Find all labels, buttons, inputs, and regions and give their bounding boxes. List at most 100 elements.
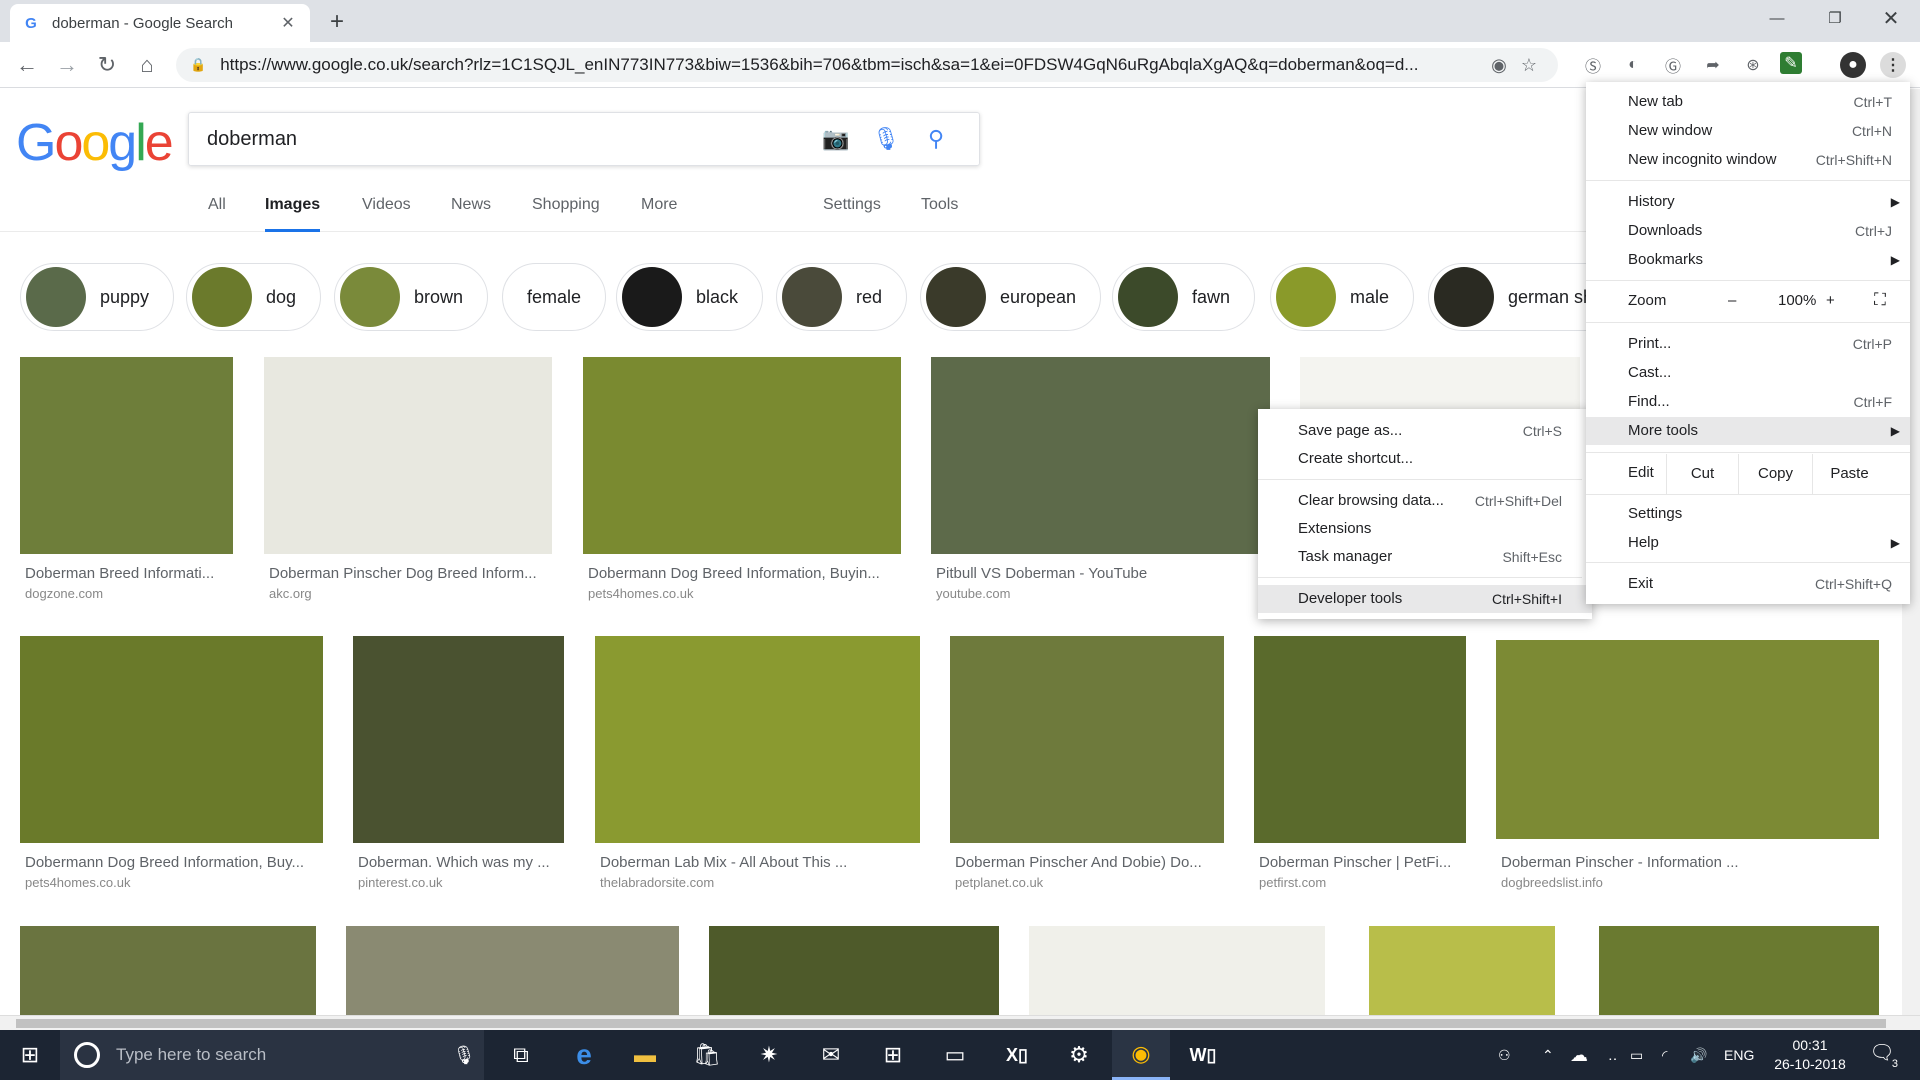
search-input[interactable]: doberman [207,128,811,151]
battery-icon[interactable]: ▭ [1630,1030,1643,1080]
excel-icon[interactable]: X▯ [988,1030,1046,1080]
image-result[interactable] [1300,357,1580,417]
result-thumbnail[interactable] [595,636,920,843]
app-bug-icon[interactable]: ✷ [740,1030,798,1080]
lock-icon[interactable]: 🔒 [190,57,206,73]
image-result[interactable] [1029,926,1325,1015]
menu-item-print[interactable]: Print... Ctrl+P [1586,330,1910,358]
chip-female[interactable]: female [502,263,607,331]
store-icon[interactable]: 🛍 [678,1030,736,1080]
image-result[interactable]: Doberman. Which was my ... pinterest.co.… [353,636,564,890]
terminal-icon[interactable]: ▭ [926,1030,984,1080]
chip-dog[interactable]: dog [186,263,322,331]
edit-extension-icon[interactable]: ✎ [1780,52,1802,74]
taskbar-mic-icon[interactable]: 🎙 [444,1045,484,1066]
scrollbar-thumb[interactable] [16,1019,1886,1028]
zoom-in-button[interactable]: + [1826,292,1835,309]
result-thumbnail[interactable] [20,926,316,1015]
tab-shopping[interactable]: Shopping [532,189,600,232]
menu-item-settings[interactable]: Settings [1586,500,1910,528]
image-result[interactable]: Doberman Pinscher And Dobie) Do... petpl… [950,636,1225,890]
tray-more-icon[interactable]: ‥ [1608,1030,1617,1080]
image-result[interactable]: Doberman Pinscher - Information ... dogb… [1496,640,1879,890]
zoom-out-button[interactable]: – [1728,292,1736,309]
result-caption[interactable]: Pitbull VS Doberman - YouTube [936,565,1266,582]
address-bar[interactable]: 🔒 https://www.google.co.uk/search?rlz=1C… [176,48,1558,82]
fullscreen-icon[interactable]: ⛶ [1874,290,1886,310]
language-indicator[interactable]: ENG [1724,1030,1754,1080]
result-thumbnail[interactable] [583,357,901,554]
taskbar-search-placeholder[interactable]: Type here to search [116,1045,444,1065]
chip-european[interactable]: european [920,263,1102,331]
result-caption[interactable]: Dobermann Dog Breed Information, Buy... [25,854,325,871]
result-thumbnail[interactable] [1599,926,1879,1015]
menu-item-developer-tools[interactable]: Developer tools Ctrl+Shift+I [1258,585,1592,613]
location-icon[interactable]: ◉ [1484,55,1514,76]
result-caption[interactable]: Doberman. Which was my ... [358,854,563,871]
volume-icon[interactable]: 🔊 [1690,1030,1707,1080]
edge-browser-icon[interactable]: e [555,1030,613,1080]
result-thumbnail[interactable] [931,357,1270,554]
share-extension-icon[interactable]: ➦ [1700,52,1726,78]
chip-black[interactable]: black [616,263,764,331]
reload-button[interactable]: ↻ [90,48,124,82]
file-explorer-icon[interactable]: ▬ [616,1030,674,1080]
image-result[interactable]: Doberman Lab Mix - All About This ... th… [595,636,920,890]
taskbar-search-box[interactable]: Type here to search 🎙 [60,1030,484,1080]
menu-item-new-incognito-window[interactable]: New incognito window Ctrl+Shift+N [1586,146,1910,174]
people-icon[interactable]: ⚇ [1498,1030,1511,1080]
settings-gear-icon[interactable]: ⚙ [1050,1030,1108,1080]
word-icon[interactable]: W▯ [1174,1030,1232,1080]
tab-settings[interactable]: Settings [823,189,881,232]
result-caption[interactable]: Doberman Breed Informati... [25,565,230,582]
skype-extension-icon[interactable]: Ⓢ [1580,52,1606,78]
menu-item-more-tools[interactable]: More tools ▶ [1586,417,1910,445]
menu-item-exit[interactable]: Exit Ctrl+Shift+Q [1586,570,1910,598]
result-thumbnail[interactable] [1254,636,1466,843]
cut-button[interactable]: Cut [1666,454,1738,494]
search-icon[interactable]: ⚲ [911,126,961,152]
tray-chevron-icon[interactable]: ⌃ [1542,1030,1554,1080]
result-thumbnail[interactable] [1300,357,1580,417]
wifi-icon[interactable]: ◜ [1662,1030,1667,1080]
grammarly-extension-icon[interactable]: Ⓖ [1660,52,1686,78]
vpn-extension-icon[interactable]: ⊛ [1740,52,1766,78]
microphone-icon[interactable]: 🎙 [861,126,911,152]
image-result[interactable] [1369,926,1555,1015]
onedrive-icon[interactable]: ☁ [1570,1030,1588,1080]
menu-item-create-shortcut[interactable]: Create shortcut... [1258,445,1592,473]
action-center-icon[interactable]: 🗨 3 [1866,1040,1898,1070]
chip-fawn[interactable]: fawn [1112,263,1256,331]
image-result[interactable]: Doberman Breed Informati... dogzone.com [20,357,233,607]
browser-tab[interactable]: G doberman - Google Search ✕ [10,4,310,42]
result-caption[interactable]: Dobermann Dog Breed Information, Buyin..… [588,565,900,582]
menu-item-cast[interactable]: Cast... [1586,359,1910,387]
result-caption[interactable]: Doberman Lab Mix - All About This ... [600,854,920,871]
result-thumbnail[interactable] [1496,640,1879,839]
result-caption[interactable]: Doberman Pinscher Dog Breed Inform... [269,565,554,582]
close-window-button[interactable]: ✕ [1862,0,1920,38]
paste-button[interactable]: Paste [1812,454,1886,494]
windows-start-button[interactable]: ⊞ [0,1030,60,1080]
result-caption[interactable]: Doberman Pinscher And Dobie) Do... [955,854,1225,871]
menu-item-new-tab[interactable]: New tab Ctrl+T [1586,88,1910,116]
menu-item-find[interactable]: Find... Ctrl+F [1586,388,1910,416]
result-thumbnail[interactable] [1029,926,1325,1015]
image-result[interactable] [1599,926,1879,1015]
result-thumbnail[interactable] [353,636,564,843]
result-caption[interactable]: Doberman Pinscher | PetFi... [1259,854,1464,871]
tab-tools[interactable]: Tools [921,189,958,232]
menu-item-downloads[interactable]: Downloads Ctrl+J [1586,217,1910,245]
image-result[interactable]: Pitbull VS Doberman - YouTube youtube.co… [931,357,1270,607]
menu-item-history[interactable]: History ▶ [1586,188,1910,216]
camera-icon[interactable]: 📷 [811,126,861,152]
url-text[interactable]: https://www.google.co.uk/search?rlz=1C1S… [220,55,1484,75]
result-thumbnail[interactable] [264,357,552,554]
menu-item-save-page[interactable]: Save page as... Ctrl+S [1258,417,1592,445]
chip-brown[interactable]: brown [334,263,489,331]
maximize-button[interactable]: ❐ [1806,0,1864,38]
result-thumbnail[interactable] [950,636,1224,843]
bookmark-star-icon[interactable]: ☆ [1514,55,1544,76]
tab-videos[interactable]: Videos [362,189,411,232]
menu-item-extensions[interactable]: Extensions [1258,515,1592,543]
